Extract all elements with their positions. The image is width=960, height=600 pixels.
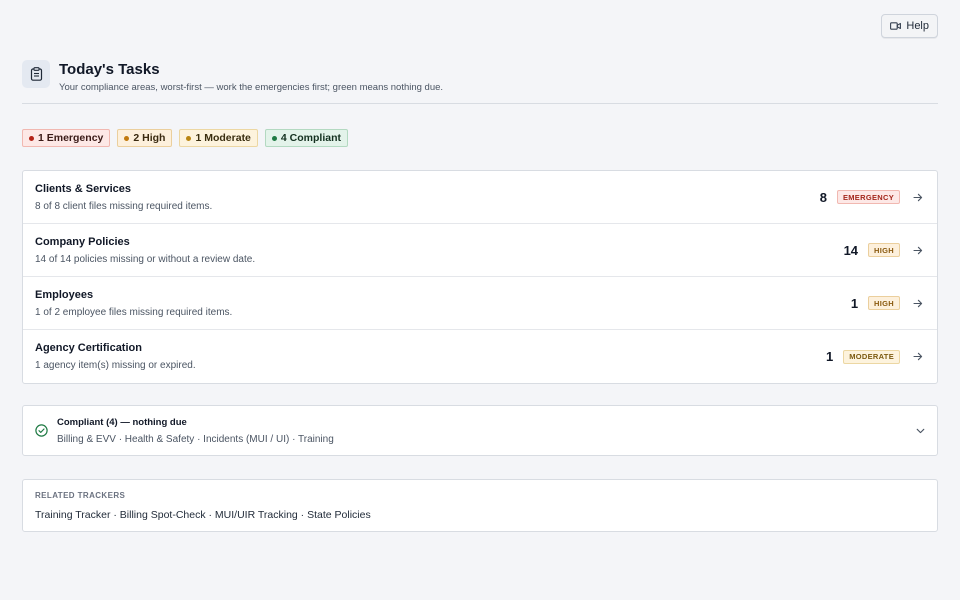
emergency-count-chip: 1 Emergency bbox=[22, 129, 111, 147]
task-title: Agency Certification bbox=[35, 342, 142, 354]
task-list: Clients & Services 8 of 8 client files m… bbox=[22, 170, 938, 384]
video-icon bbox=[890, 22, 902, 30]
related-trackers-label: RELATED TRACKERS bbox=[35, 491, 126, 500]
status-dot-icon bbox=[186, 135, 192, 141]
task-description: 14 of 14 policies missing or without a r… bbox=[35, 253, 256, 265]
arrow-right-icon[interactable] bbox=[913, 246, 925, 255]
page-header: Today's Tasks Your compliance areas, wor… bbox=[22, 59, 938, 104]
status-dot-icon bbox=[124, 135, 130, 141]
arrow-right-icon[interactable] bbox=[913, 299, 925, 308]
summary-chips: 1 Emergency 2 High 1 Moderate 4 Complian… bbox=[22, 129, 348, 147]
task-count: 8 bbox=[819, 189, 827, 205]
page-subtitle: Your compliance areas, worst-first — wor… bbox=[59, 82, 444, 93]
compliant-section[interactable]: Compliant (4) — nothing due Billing & EV… bbox=[22, 405, 938, 456]
clipboard-icon bbox=[22, 60, 50, 88]
task-description: 8 of 8 client files missing required ite… bbox=[35, 200, 213, 212]
task-title: Clients & Services bbox=[35, 182, 131, 195]
task-description: 1 of 2 employee files missing required i… bbox=[35, 306, 233, 318]
status-dot-icon bbox=[271, 135, 277, 141]
task-count: 1 bbox=[850, 295, 859, 311]
compliant-title: Compliant (4) — nothing due bbox=[57, 416, 187, 428]
compliant-areas: Billing & EVV · Health & Safety · Incide… bbox=[57, 433, 334, 445]
severity-badge: MODERATE bbox=[843, 349, 900, 364]
emergency-count-label: 1 Emergency bbox=[38, 132, 104, 144]
severity-badge: EMERGENCY bbox=[836, 190, 900, 204]
check-circle-icon bbox=[35, 424, 48, 437]
help-button[interactable]: Help bbox=[881, 14, 938, 38]
page-title: Today's Tasks bbox=[59, 61, 160, 78]
high-count-chip: 2 High bbox=[117, 129, 173, 147]
severity-badge: HIGH bbox=[868, 243, 900, 257]
arrow-right-icon[interactable] bbox=[913, 352, 925, 361]
task-count: 1 bbox=[826, 349, 834, 364]
high-count-label: 2 High bbox=[133, 132, 166, 144]
task-row-company-policies[interactable]: Company Policies 14 of 14 policies missi… bbox=[23, 224, 937, 277]
moderate-count-chip: 1 Moderate bbox=[179, 129, 258, 147]
moderate-count-label: 1 Moderate bbox=[195, 132, 251, 144]
task-title: Employees bbox=[35, 288, 94, 301]
chevron-down-icon[interactable] bbox=[916, 428, 925, 434]
help-label: Help bbox=[906, 20, 929, 32]
task-row-agency-certification[interactable]: Agency Certification 1 agency item(s) mi… bbox=[23, 330, 937, 383]
task-row-clients-services[interactable]: Clients & Services 8 of 8 client files m… bbox=[23, 171, 937, 224]
task-row-employees[interactable]: Employees 1 of 2 employee files missing … bbox=[23, 277, 937, 330]
task-count: 14 bbox=[843, 242, 859, 258]
compliant-count-label: 4 Compliant bbox=[280, 132, 341, 144]
status-dot-icon bbox=[29, 135, 34, 141]
compliant-count-chip: 4 Compliant bbox=[264, 129, 348, 147]
task-description: 1 agency item(s) missing or expired. bbox=[35, 360, 196, 371]
related-trackers: RELATED TRACKERS Training Tracker · Bill… bbox=[22, 479, 938, 532]
severity-badge: HIGH bbox=[868, 296, 900, 310]
task-title: Company Policies bbox=[35, 235, 130, 248]
arrow-right-icon[interactable] bbox=[913, 193, 925, 202]
related-trackers-links[interactable]: Training Tracker · Billing Spot-Check · … bbox=[35, 509, 925, 521]
